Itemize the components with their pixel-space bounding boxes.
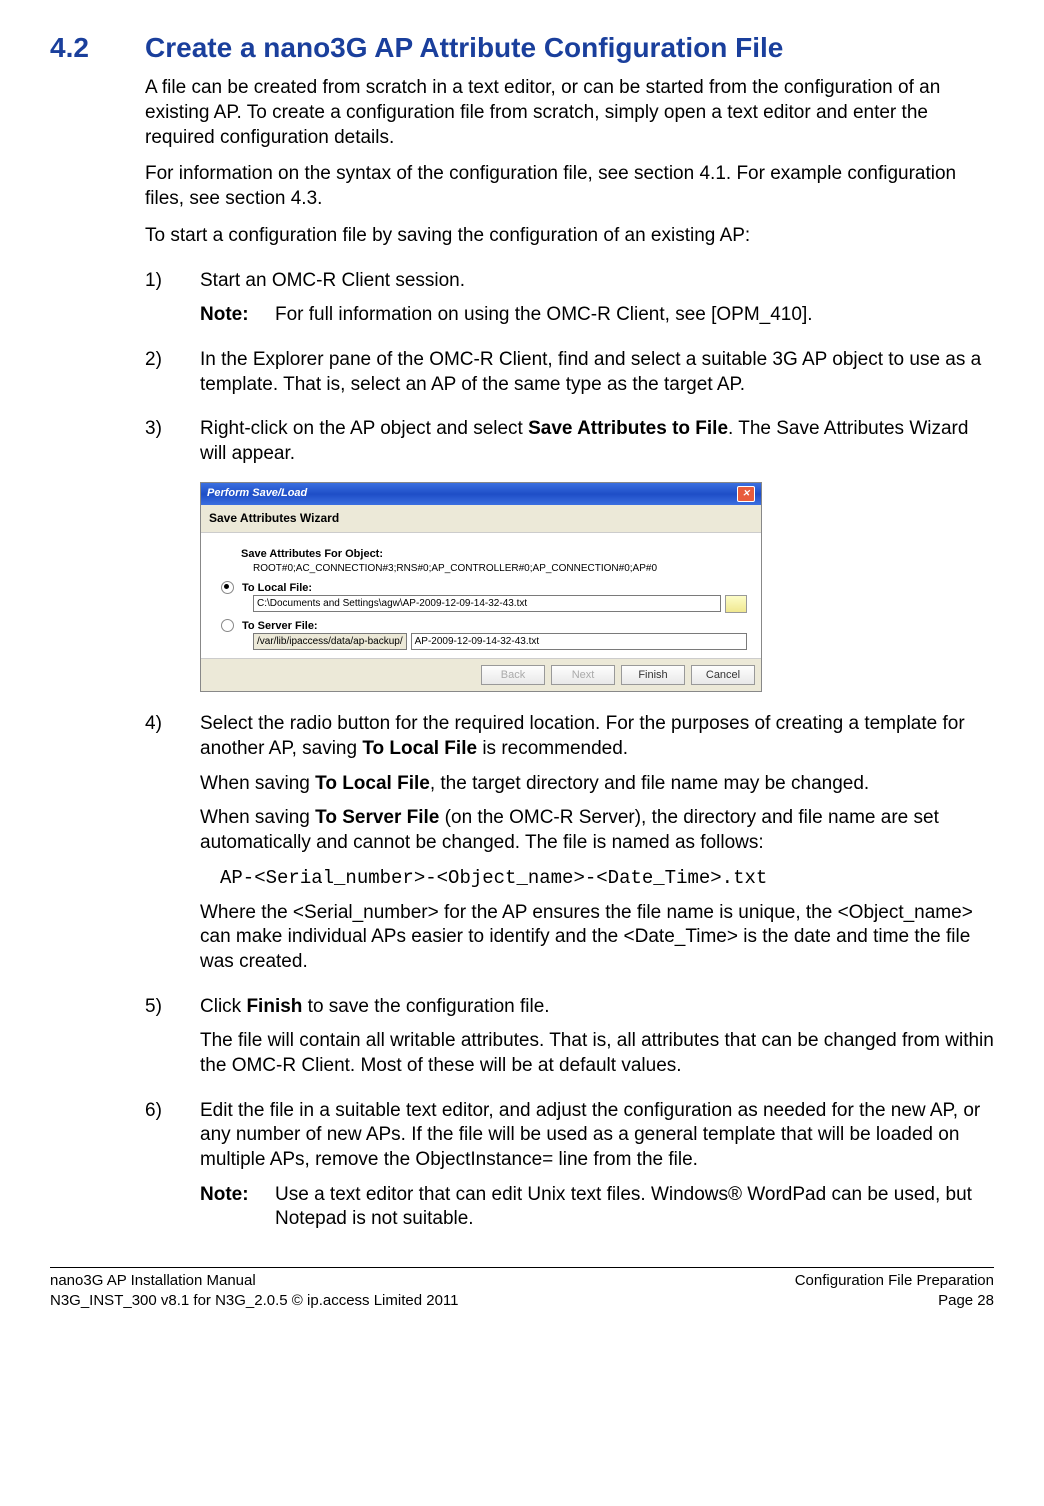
step-text: Edit the file in a suitable text editor,…	[200, 1099, 994, 1173]
ordered-steps: 1) Start an OMC-R Client session. Note: …	[145, 269, 994, 467]
local-file-label: To Local File:	[242, 581, 312, 595]
back-button[interactable]: Back	[481, 665, 545, 685]
server-file-label: To Server File:	[242, 619, 318, 633]
radio-server-file[interactable]	[221, 619, 234, 632]
step-3: 3) Right-click on the AP object and sele…	[145, 417, 994, 466]
step-1: 1) Start an OMC-R Client session. Note: …	[145, 269, 994, 328]
close-icon[interactable]: ✕	[737, 486, 755, 502]
step-text-4: Where the <Serial_number> for the AP ens…	[200, 901, 994, 975]
step-text: Click Finish to save the configuration f…	[200, 995, 994, 1020]
local-file-input[interactable]: C:\Documents and Settings\agw\AP-2009-12…	[253, 595, 721, 612]
save-load-dialog: Perform Save/Load ✕ Save Attributes Wiza…	[200, 482, 762, 693]
step-6: 6) Edit the file in a suitable text edit…	[145, 1099, 994, 1232]
dialog-subtitle: Save Attributes Wizard	[201, 505, 761, 534]
page-footer: nano3G AP Installation Manual N3G_INST_3…	[50, 1267, 994, 1310]
note-text: Use a text editor that can edit Unix tex…	[275, 1183, 994, 1232]
section-heading: 4.2 Create a nano3G AP Attribute Configu…	[50, 30, 994, 66]
intro-paragraph-1: A file can be created from scratch in a …	[145, 76, 994, 150]
dialog-button-row: Back Next Finish Cancel	[201, 659, 761, 691]
intro-paragraph-2: For information on the syntax of the con…	[145, 162, 994, 211]
text-bold: Save Attributes to File	[528, 418, 728, 439]
step-text-3: When saving To Server File (on the OMC-R…	[200, 806, 994, 855]
footer-left-2: N3G_INST_300 v8.1 for N3G_2.0.5 © ip.acc…	[50, 1291, 795, 1311]
object-value: ROOT#0;AC_CONNECTION#3;RNS#0;AP_CONTROLL…	[253, 562, 747, 575]
radio-local-file[interactable]	[221, 581, 234, 594]
note-label: Note:	[200, 1183, 275, 1232]
server-prefix: /var/lib/ipaccess/data/ap-backup/	[253, 633, 407, 650]
server-file-input[interactable]: AP-2009-12-09-14-32-43.txt	[411, 633, 747, 650]
wizard-screenshot: Perform Save/Load ✕ Save Attributes Wiza…	[200, 482, 994, 693]
dialog-body: Save Attributes For Object: ROOT#0;AC_CO…	[201, 533, 761, 659]
step-5: 5) Click Finish to save the configuratio…	[145, 995, 994, 1079]
text-pre: Right-click on the AP object and select	[200, 418, 528, 439]
step-text-2: When saving To Local File, the target di…	[200, 772, 994, 797]
object-label: Save Attributes For Object:	[241, 547, 747, 561]
dialog-title-text: Perform Save/Load	[207, 486, 307, 500]
step-number: 6)	[145, 1099, 200, 1232]
step-number: 2)	[145, 348, 200, 397]
step-text: Select the radio button for the required…	[200, 712, 994, 761]
step-text: Right-click on the AP object and select …	[200, 417, 994, 466]
step-2: 2) In the Explorer pane of the OMC-R Cli…	[145, 348, 994, 397]
step-number: 1)	[145, 269, 200, 328]
step-text-2: The file will contain all writable attri…	[200, 1029, 994, 1078]
footer-left-1: nano3G AP Installation Manual	[50, 1271, 795, 1291]
cancel-button[interactable]: Cancel	[691, 665, 755, 685]
step-4: 4) Select the radio button for the requi…	[145, 712, 994, 974]
next-button[interactable]: Next	[551, 665, 615, 685]
note-label: Note:	[200, 303, 275, 328]
step-text: In the Explorer pane of the OMC-R Client…	[200, 348, 994, 397]
note-text: For full information on using the OMC-R …	[275, 303, 994, 328]
browse-icon[interactable]	[725, 595, 747, 613]
filename-pattern: AP-<Serial_number>-<Object_name>-<Date_T…	[220, 866, 994, 891]
step-number: 4)	[145, 712, 200, 974]
ordered-steps-cont: 4) Select the radio button for the requi…	[145, 712, 994, 1232]
finish-button[interactable]: Finish	[621, 665, 685, 685]
step-text: Start an OMC-R Client session.	[200, 269, 994, 294]
intro-paragraph-3: To start a configuration file by saving …	[145, 224, 994, 249]
footer-right-1: Configuration File Preparation	[795, 1271, 994, 1291]
dialog-titlebar: Perform Save/Load ✕	[201, 483, 761, 505]
footer-right-2: Page 28	[795, 1291, 994, 1311]
step-number: 5)	[145, 995, 200, 1079]
heading-number: 4.2	[50, 30, 145, 66]
step-number: 3)	[145, 417, 200, 466]
heading-title: Create a nano3G AP Attribute Configurati…	[145, 30, 783, 66]
